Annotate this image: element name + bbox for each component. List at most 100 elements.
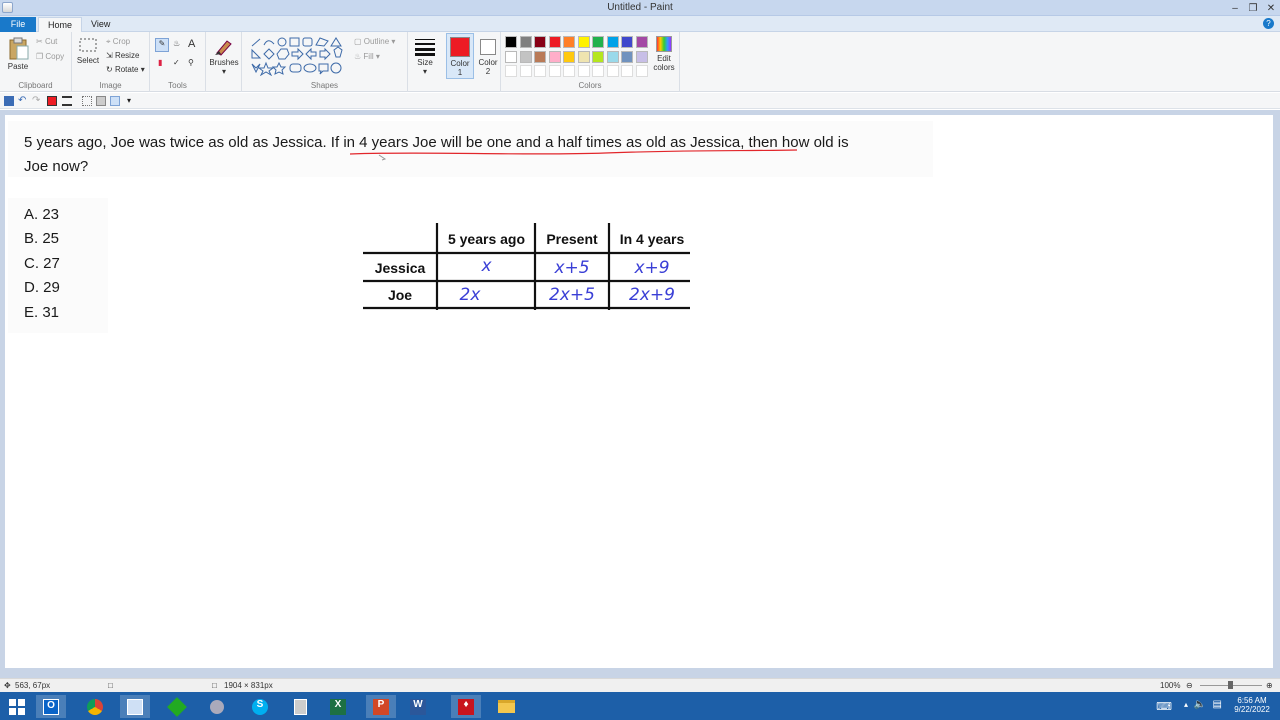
custom-color-slot[interactable] xyxy=(635,65,648,77)
palette-swatch[interactable] xyxy=(519,36,532,48)
customize-toolbar-icon[interactable]: ▾ xyxy=(127,96,137,106)
magnifier-icon[interactable]: ⚲ xyxy=(188,58,194,67)
palette-swatch[interactable] xyxy=(621,36,633,48)
jessica-5-years-ago: x xyxy=(481,256,492,276)
taskbar-acrobat[interactable]: ♦ xyxy=(451,695,481,718)
taskbar-file-explorer[interactable] xyxy=(491,695,521,718)
outlook-icon: O xyxy=(43,698,59,715)
palette-swatch[interactable] xyxy=(534,36,546,48)
shapes-group: ▢ Outline ▾ ♨ Fill ▾ Shapes xyxy=(242,32,408,92)
palette-swatch[interactable] xyxy=(577,36,590,48)
palette-swatch[interactable] xyxy=(592,50,604,63)
rotate-button[interactable]: ↻ Rotate ▾ xyxy=(106,65,145,74)
save-icon[interactable] xyxy=(4,96,14,106)
tab-file[interactable]: File xyxy=(0,17,36,32)
pencil-tool-icon[interactable]: ✎ xyxy=(155,38,169,52)
close-button[interactable]: ✕ xyxy=(1262,0,1280,16)
minimize-button[interactable]: – xyxy=(1226,0,1244,16)
help-icon[interactable]: ? xyxy=(1263,18,1274,29)
palette-swatch[interactable] xyxy=(563,50,575,63)
palette-swatch[interactable] xyxy=(548,50,561,63)
custom-color-slot[interactable] xyxy=(534,65,546,77)
palette-swatch[interactable] xyxy=(635,50,648,63)
pen-color-icon[interactable] xyxy=(47,96,57,106)
palette-swatch[interactable] xyxy=(621,50,633,63)
crop-button[interactable]: ⌖ Crop xyxy=(106,37,130,47)
eraser-mode-icon[interactable] xyxy=(96,96,106,106)
volume-icon[interactable]: 🔈 xyxy=(1194,699,1206,710)
palette-swatch[interactable] xyxy=(505,36,517,48)
custom-color-slot[interactable] xyxy=(563,65,575,77)
excel-icon: X xyxy=(330,698,346,715)
tab-view[interactable]: View xyxy=(82,17,119,32)
resize-button[interactable]: ⇲ Resize xyxy=(106,51,139,60)
fill-tool-icon[interactable]: ♨ xyxy=(173,39,180,48)
taskbar-calculator[interactable] xyxy=(285,695,315,718)
undo-icon[interactable]: ↶ xyxy=(18,95,28,106)
taskbar-outlook[interactable]: O xyxy=(36,695,66,718)
palette-swatch[interactable] xyxy=(577,50,590,63)
zoom-slider-thumb[interactable] xyxy=(1228,681,1233,689)
palette-swatch[interactable] xyxy=(606,36,619,48)
color1-button[interactable]: Color 1 xyxy=(446,33,474,79)
fill-button[interactable]: ♨ Fill ▾ xyxy=(354,52,380,61)
select-button[interactable]: Select xyxy=(76,36,100,65)
pen-mode-icon[interactable] xyxy=(110,96,120,106)
size-button[interactable]: Size ▾ xyxy=(413,38,437,76)
zoom-out-icon[interactable]: ⊖ xyxy=(1186,681,1193,690)
redo-icon[interactable]: ↷ xyxy=(32,95,42,106)
color2-button[interactable]: Color 2 xyxy=(476,33,500,76)
workspace: 5 years ago, Joe was twice as old as Jes… xyxy=(0,110,1280,678)
custom-color-slot[interactable] xyxy=(519,65,532,77)
taskbar-skype[interactable]: S xyxy=(245,695,275,718)
selection-icon[interactable] xyxy=(82,96,92,106)
eraser-tool-icon[interactable]: ▮ xyxy=(158,58,162,67)
palette-swatch[interactable] xyxy=(505,50,517,63)
cut-button[interactable]: ✂ Cut xyxy=(36,37,57,46)
brushes-button[interactable]: Brushes ▾ xyxy=(209,36,239,76)
palette-swatch[interactable] xyxy=(548,36,561,48)
custom-color-slot[interactable] xyxy=(606,65,619,77)
taskbar-app-5[interactable] xyxy=(202,695,232,718)
brushes-group: Brushes ▾ xyxy=(206,32,242,92)
shapes-gallery[interactable] xyxy=(248,36,348,76)
palette-swatch[interactable] xyxy=(519,50,532,63)
custom-color-slot[interactable] xyxy=(505,65,517,77)
green-diamond-icon xyxy=(167,696,187,717)
pen-width-icon[interactable] xyxy=(62,96,72,106)
copy-button[interactable]: ❐ Copy xyxy=(36,52,64,61)
taskbar-word[interactable]: W xyxy=(403,695,433,718)
network-icon[interactable]: ▤ xyxy=(1213,699,1222,710)
restore-button[interactable]: ❐ xyxy=(1244,0,1262,16)
start-button[interactable] xyxy=(2,695,32,718)
zoom-in-icon[interactable]: ⊕ xyxy=(1266,681,1273,690)
taskbar-powerpoint[interactable]: P xyxy=(366,695,396,718)
palette-swatch[interactable] xyxy=(592,36,604,48)
taskbar-chrome[interactable] xyxy=(80,695,110,718)
text-tool-icon[interactable]: A xyxy=(188,38,195,50)
clock[interactable]: 6:56 AM 9/22/2022 xyxy=(1232,696,1272,714)
color-picker-icon[interactable]: ✓ xyxy=(173,58,180,67)
window-title: Untitled - Paint xyxy=(607,2,673,13)
show-hidden-icons-icon[interactable]: ▴ xyxy=(1184,700,1188,709)
palette-swatch[interactable] xyxy=(606,50,619,63)
palette-swatch[interactable] xyxy=(563,36,575,48)
custom-color-slot[interactable] xyxy=(592,65,604,77)
tab-home[interactable]: Home xyxy=(38,17,83,32)
taskbar-paint[interactable] xyxy=(120,695,150,718)
row-label-jessica: Jessica xyxy=(374,260,426,276)
taskbar-excel[interactable]: X xyxy=(323,695,353,718)
palette-swatch[interactable] xyxy=(534,50,546,63)
drawing-canvas[interactable]: 5 years ago, Joe was twice as old as Jes… xyxy=(5,115,1273,668)
taskbar-app-4[interactable] xyxy=(162,695,192,718)
keyboard-icon[interactable]: ⌨ xyxy=(1156,700,1172,713)
custom-color-slot[interactable] xyxy=(548,65,561,77)
edit-colors-button[interactable]: Edit colors xyxy=(651,36,677,72)
outline-button[interactable]: ▢ Outline ▾ xyxy=(354,37,395,46)
brush-icon xyxy=(215,40,232,56)
custom-color-slot[interactable] xyxy=(577,65,590,77)
palette-swatch[interactable] xyxy=(635,36,648,48)
select-icon xyxy=(79,38,97,52)
paste-button[interactable]: Paste xyxy=(4,36,32,71)
custom-color-slot[interactable] xyxy=(621,65,633,77)
